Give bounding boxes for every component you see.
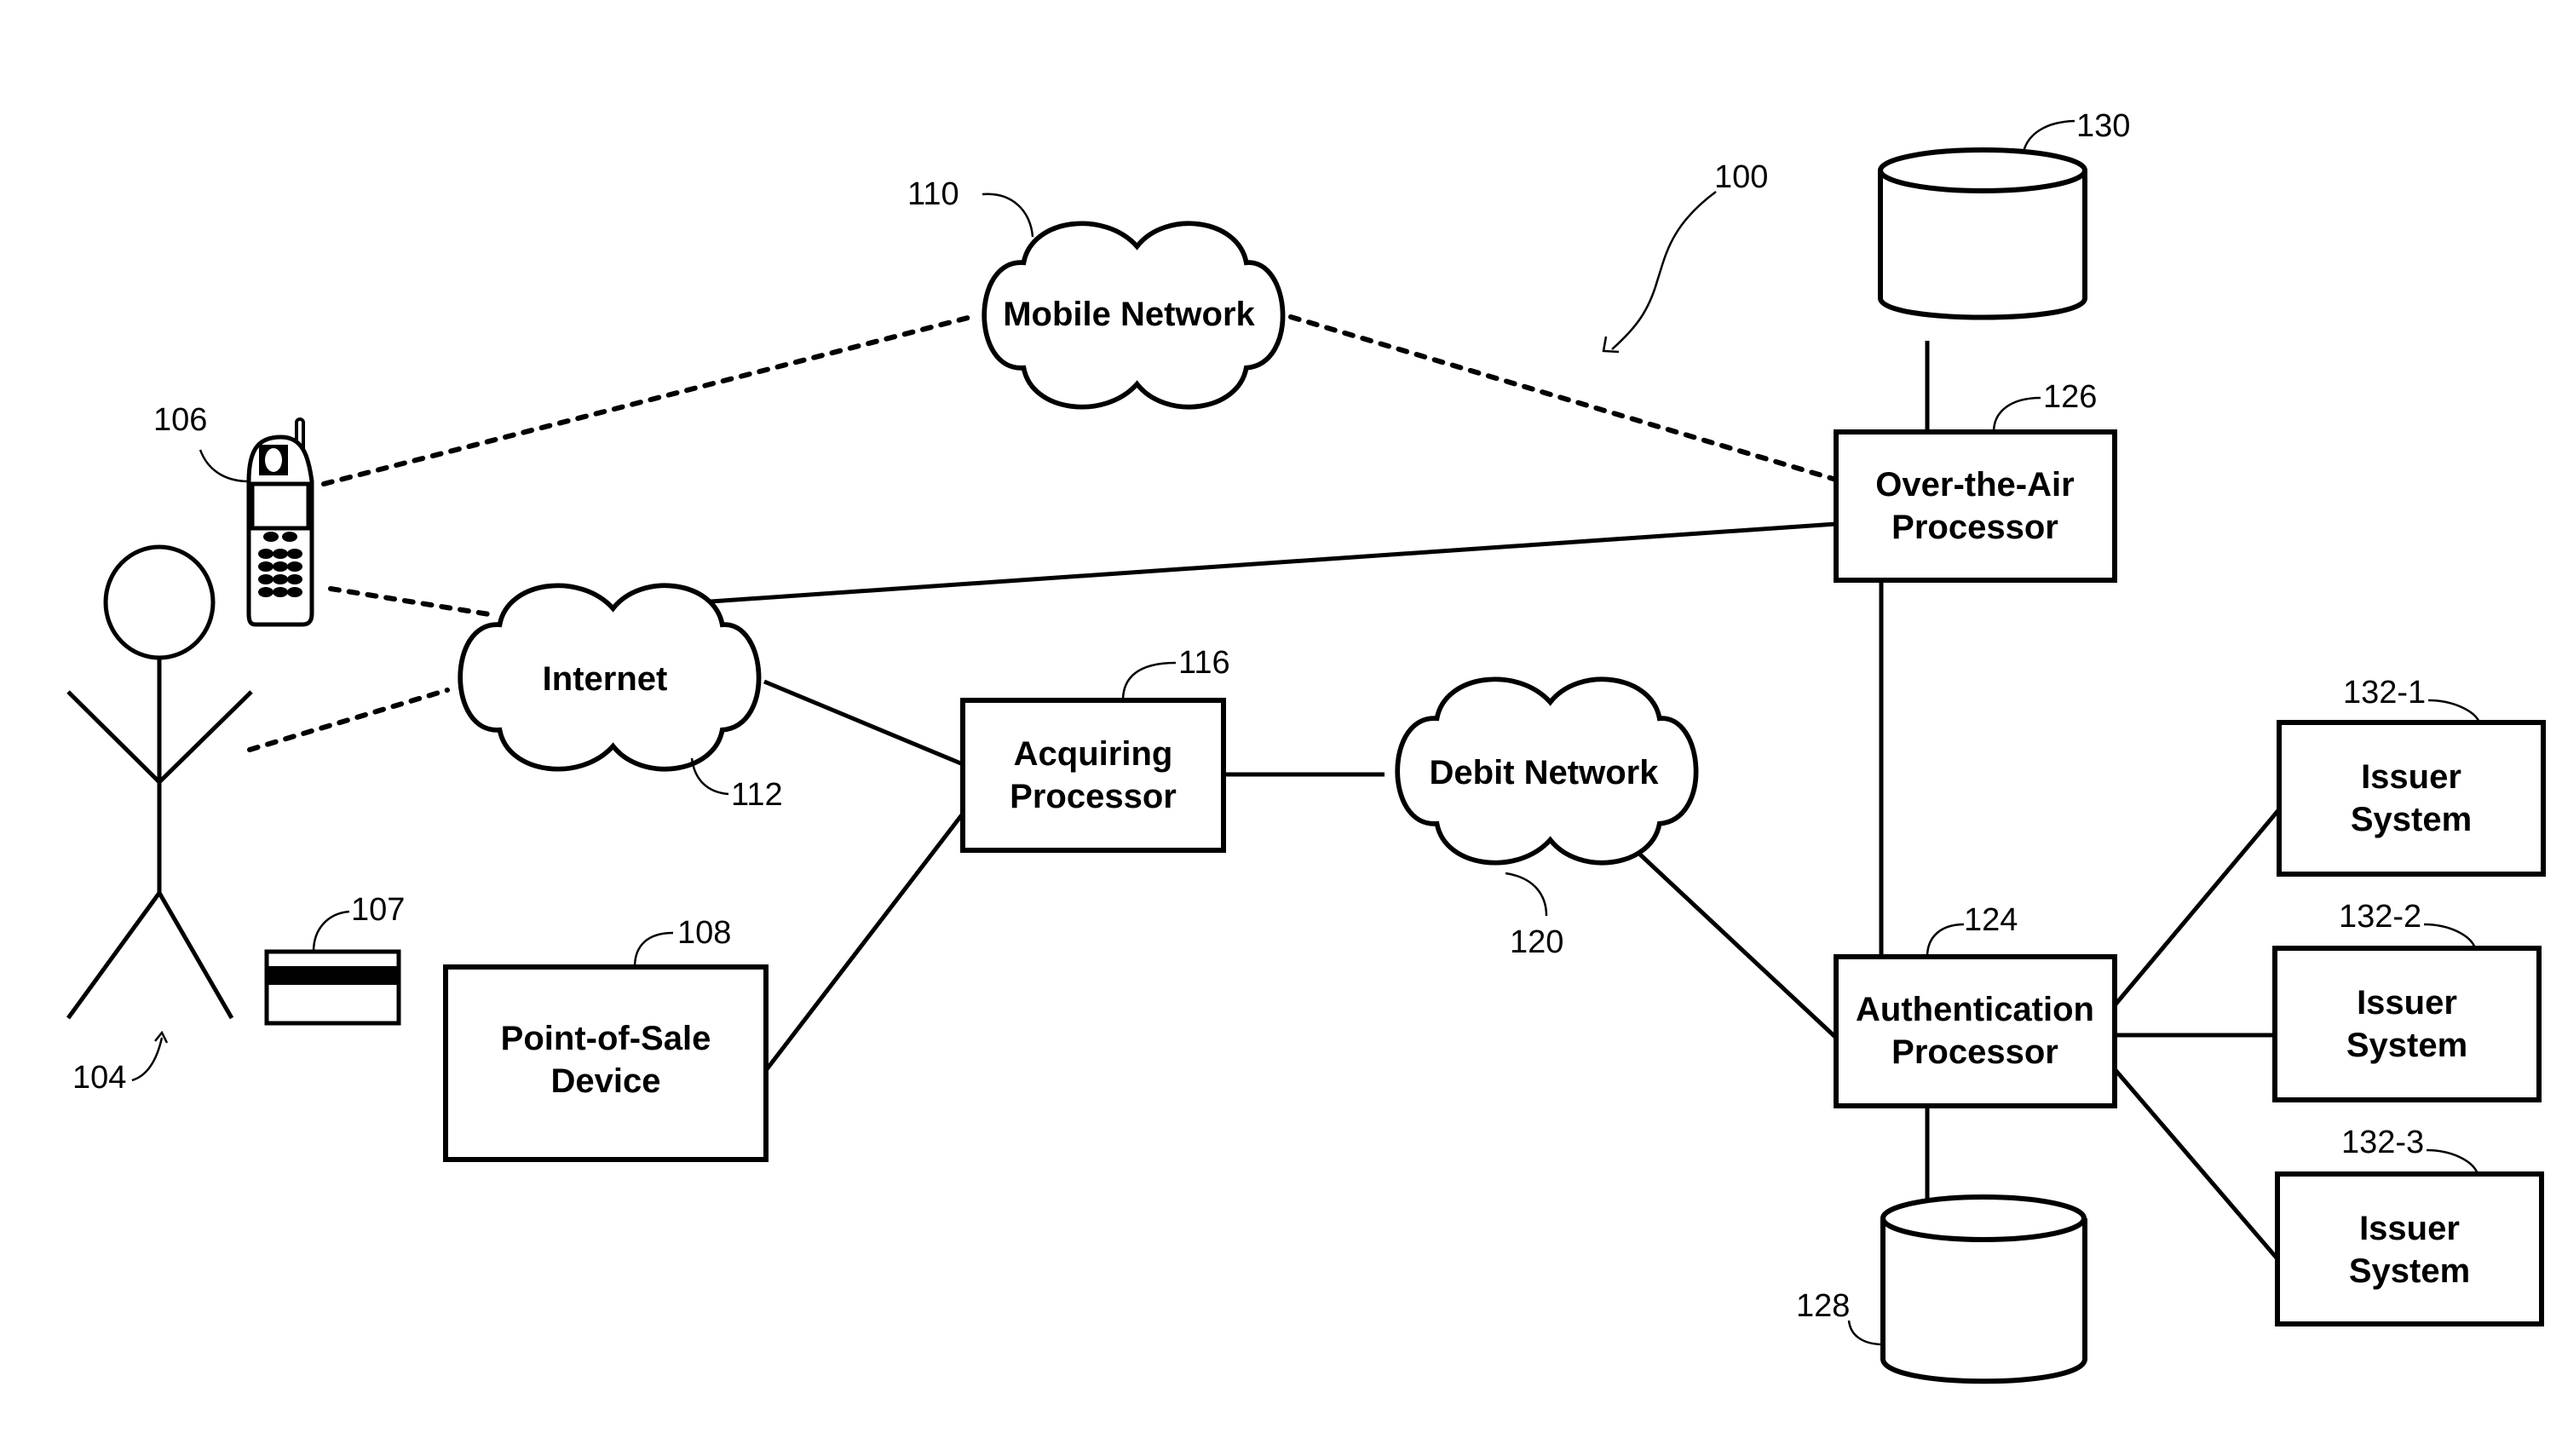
internet-to-ota-link xyxy=(698,521,1837,605)
ota-processor-box: Over-the-Air Processor xyxy=(1834,429,2117,583)
user-to-internet-link xyxy=(247,688,450,752)
debit-network-label: Debit Network xyxy=(1430,754,1660,791)
debit-network-ref: 120 xyxy=(1510,924,1563,960)
mobile-network-to-ota-link xyxy=(1288,314,1839,482)
auth-label-line2: Processor xyxy=(1891,1033,2058,1071)
auth-database-ref: 128 xyxy=(1796,1288,1850,1324)
internet-label: Internet xyxy=(543,660,668,698)
acquiring-label-line1: Acquiring xyxy=(1014,735,1173,773)
issuer-1-leader xyxy=(2427,699,2481,723)
issuer-3-leader xyxy=(2426,1148,2479,1175)
issuer-2-label-line2: System xyxy=(2346,1027,2467,1064)
issuer-system-box-2: Issuer System xyxy=(2272,946,2542,1102)
phone-to-internet-link xyxy=(328,586,497,618)
system-diagram: 104 106 107 Point-of-Sale Device 108 Mob… xyxy=(66,108,2546,1384)
ota-label-line2: Processor xyxy=(1891,509,2058,546)
auth-database-leader xyxy=(1847,1320,1884,1346)
auth-to-issuer-3-link xyxy=(2113,1068,2281,1263)
phone-ref: 106 xyxy=(153,402,207,438)
acquiring-ref: 116 xyxy=(1178,645,1230,681)
pos-leader xyxy=(633,931,674,968)
mobile-network-leader xyxy=(982,193,1034,238)
internet-to-acquiring-link xyxy=(763,679,964,767)
auth-leader xyxy=(1926,923,1965,958)
internet-ref: 112 xyxy=(731,777,783,813)
figure-ref-arrow xyxy=(1611,190,1717,350)
ota-database-icon xyxy=(1878,147,2087,320)
issuer-1-ref: 132-1 xyxy=(2343,675,2426,711)
figure-ref: 100 xyxy=(1714,159,1768,195)
user-ref: 104 xyxy=(72,1060,126,1096)
payment-card-icon xyxy=(264,949,401,1026)
auth-ref: 124 xyxy=(1964,902,2018,938)
issuer-3-label-line1: Issuer xyxy=(2359,1210,2460,1247)
mobile-phone-icon xyxy=(246,417,314,627)
acquiring-processor-box: Acquiring Processor xyxy=(960,698,1226,853)
ota-leader xyxy=(1992,396,2041,433)
issuer-3-label-line2: System xyxy=(2349,1252,2470,1290)
phone-leader xyxy=(199,449,250,483)
pos-label-line1: Point-of-Sale xyxy=(501,1020,711,1057)
internet-cloud: Internet xyxy=(460,585,758,768)
ota-database-leader xyxy=(2022,119,2076,153)
debit-to-auth-link xyxy=(1638,853,1838,1039)
debit-network-leader xyxy=(1505,872,1548,917)
auth-label-line1: Authentication xyxy=(1856,991,2094,1028)
pos-ref: 108 xyxy=(677,915,731,951)
ota-label-line1: Over-the-Air xyxy=(1875,466,2074,504)
phone-to-mobile-network-link xyxy=(321,314,974,486)
issuer-1-label-line1: Issuer xyxy=(2361,758,2461,796)
pos-device-box: Point-of-Sale Device xyxy=(443,964,769,1162)
auth-to-issuer-1-link xyxy=(2113,808,2281,1007)
card-leader xyxy=(312,910,350,952)
issuer-system-box-1: Issuer System xyxy=(2277,720,2546,877)
ota-ref: 126 xyxy=(2043,379,2097,415)
issuer-3-ref: 132-3 xyxy=(2341,1125,2424,1160)
card-ref: 107 xyxy=(351,892,405,928)
auth-processor-box: Authentication Processor xyxy=(1834,954,2117,1108)
pos-label-line2: Device xyxy=(551,1062,661,1100)
issuer-1-label-line2: System xyxy=(2351,801,2472,838)
user-figure xyxy=(66,544,253,1020)
ota-database-ref: 130 xyxy=(2076,108,2130,144)
issuer-2-leader xyxy=(2423,923,2477,949)
pos-to-acquiring-link xyxy=(765,812,964,1071)
issuer-2-label-line1: Issuer xyxy=(2357,984,2457,1022)
acquiring-leader xyxy=(1121,661,1177,701)
issuer-system-box-3: Issuer System xyxy=(2275,1171,2544,1327)
mobile-network-label: Mobile Network xyxy=(1003,296,1255,333)
issuer-2-ref: 132-2 xyxy=(2339,899,2421,935)
user-leader xyxy=(131,1037,164,1082)
mobile-network-ref: 110 xyxy=(907,176,959,212)
auth-database-icon xyxy=(1880,1194,2087,1384)
acquiring-label-line2: Processor xyxy=(1010,778,1177,815)
debit-network-cloud: Debit Network xyxy=(1397,679,1696,862)
mobile-network-cloud: Mobile Network xyxy=(984,223,1282,406)
